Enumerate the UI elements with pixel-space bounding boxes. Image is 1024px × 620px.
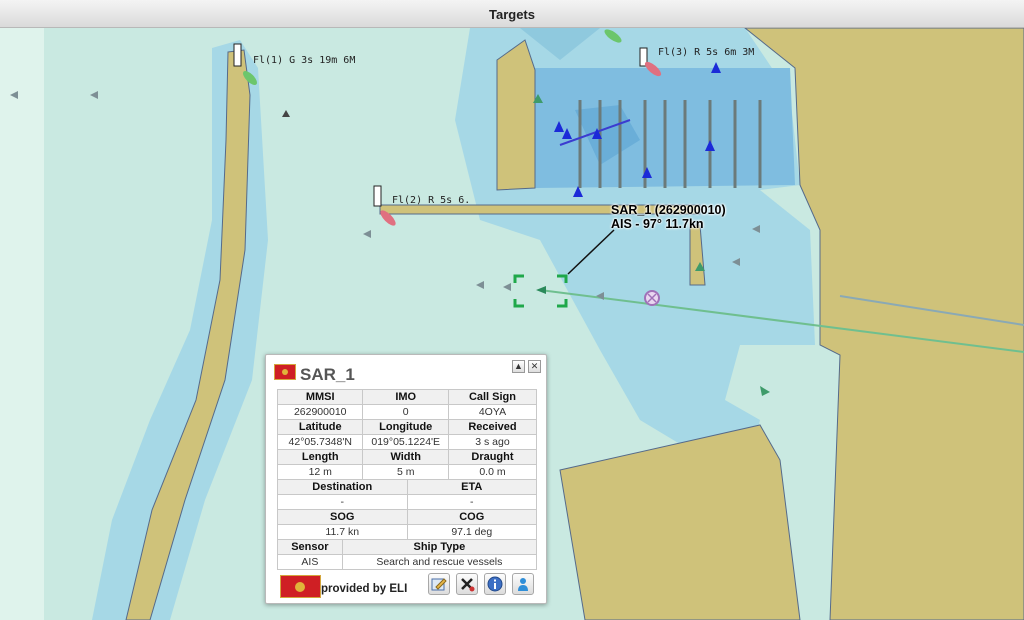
- received-value: 3 s ago: [447, 434, 538, 450]
- flag-icon: [280, 575, 321, 598]
- header-cell: Sensor: [277, 539, 343, 555]
- light-characteristic-label: Fl(2) R 5s 6.: [392, 195, 471, 206]
- header-cell: SOG: [277, 509, 408, 525]
- header-cell: Latitude: [276, 419, 364, 435]
- header-cell: ETA: [406, 479, 537, 495]
- destination-value: -: [277, 494, 408, 510]
- collapse-button[interactable]: ▲: [512, 360, 525, 373]
- latitude-value: 42°05.7348'N: [276, 434, 364, 450]
- edit-button[interactable]: [428, 573, 450, 595]
- eta-value: -: [406, 494, 537, 510]
- info-icon: [487, 576, 503, 592]
- call-sign-value: 4OYA: [447, 404, 538, 420]
- window-title: Targets: [489, 7, 535, 22]
- imo-value: 0: [362, 404, 449, 420]
- header-cell: Longitude: [362, 419, 449, 435]
- length-value: 12 m: [276, 464, 364, 480]
- header-cell: Received: [447, 419, 538, 435]
- target-callout: SAR_1 (262900010) AIS - 97° 11.7kn: [611, 203, 726, 231]
- draught-value: 0.0 m: [447, 464, 538, 480]
- cog-value: 97.1 deg: [406, 524, 537, 540]
- header-cell: Call Sign: [447, 389, 538, 405]
- header-cell: Destination: [277, 479, 408, 495]
- vessel-voyage-table: Destination ETA - - SOG COG 11.7 kn 97.1…: [277, 479, 537, 540]
- header-cell: Width: [362, 449, 449, 465]
- remove-target-icon: [461, 578, 475, 592]
- target-callout-data: AIS - 97° 11.7kn: [611, 217, 704, 231]
- edit-icon: [431, 578, 447, 591]
- width-value: 5 m: [362, 464, 449, 480]
- ship-type-value: Search and rescue vessels: [341, 554, 538, 570]
- vessel-info-table: MMSI IMO Call Sign 262900010 0 4OYA Lati…: [276, 389, 538, 480]
- vessel-type-table: Sensor Ship Type AIS Search and rescue v…: [277, 539, 538, 570]
- person-icon: [518, 578, 528, 591]
- target-callout-name: SAR_1 (262900010): [611, 203, 726, 217]
- window-titlebar: Targets: [0, 0, 1024, 28]
- light-characteristic-label: Fl(1) G 3s 19m 6M: [253, 55, 356, 66]
- target-info-panel: SAR_1 ▲ ✕ MMSI IMO Call Sign 262900010 0…: [265, 354, 547, 604]
- header-cell: IMO: [362, 389, 449, 405]
- info-button[interactable]: [484, 573, 506, 595]
- remove-target-button[interactable]: [456, 573, 478, 595]
- longitude-value: 019°05.1224'E: [362, 434, 449, 450]
- sog-value: 11.7 kn: [277, 524, 408, 540]
- data-provider-text: provided by ELI: [321, 583, 408, 595]
- header-cell: Length: [276, 449, 364, 465]
- vessel-name: SAR_1: [300, 365, 355, 384]
- sensor-value: AIS: [277, 554, 343, 570]
- close-button[interactable]: ✕: [528, 360, 541, 373]
- header-cell: Ship Type: [341, 539, 538, 555]
- contact-button[interactable]: [512, 573, 534, 595]
- header-cell: MMSI: [276, 389, 364, 405]
- flag-icon: [274, 364, 296, 380]
- light-characteristic-label: Fl(3) R 5s 6m 3M: [658, 47, 755, 58]
- header-cell: Draught: [447, 449, 538, 465]
- header-cell: COG: [406, 509, 537, 525]
- mmsi-value: 262900010: [276, 404, 364, 420]
